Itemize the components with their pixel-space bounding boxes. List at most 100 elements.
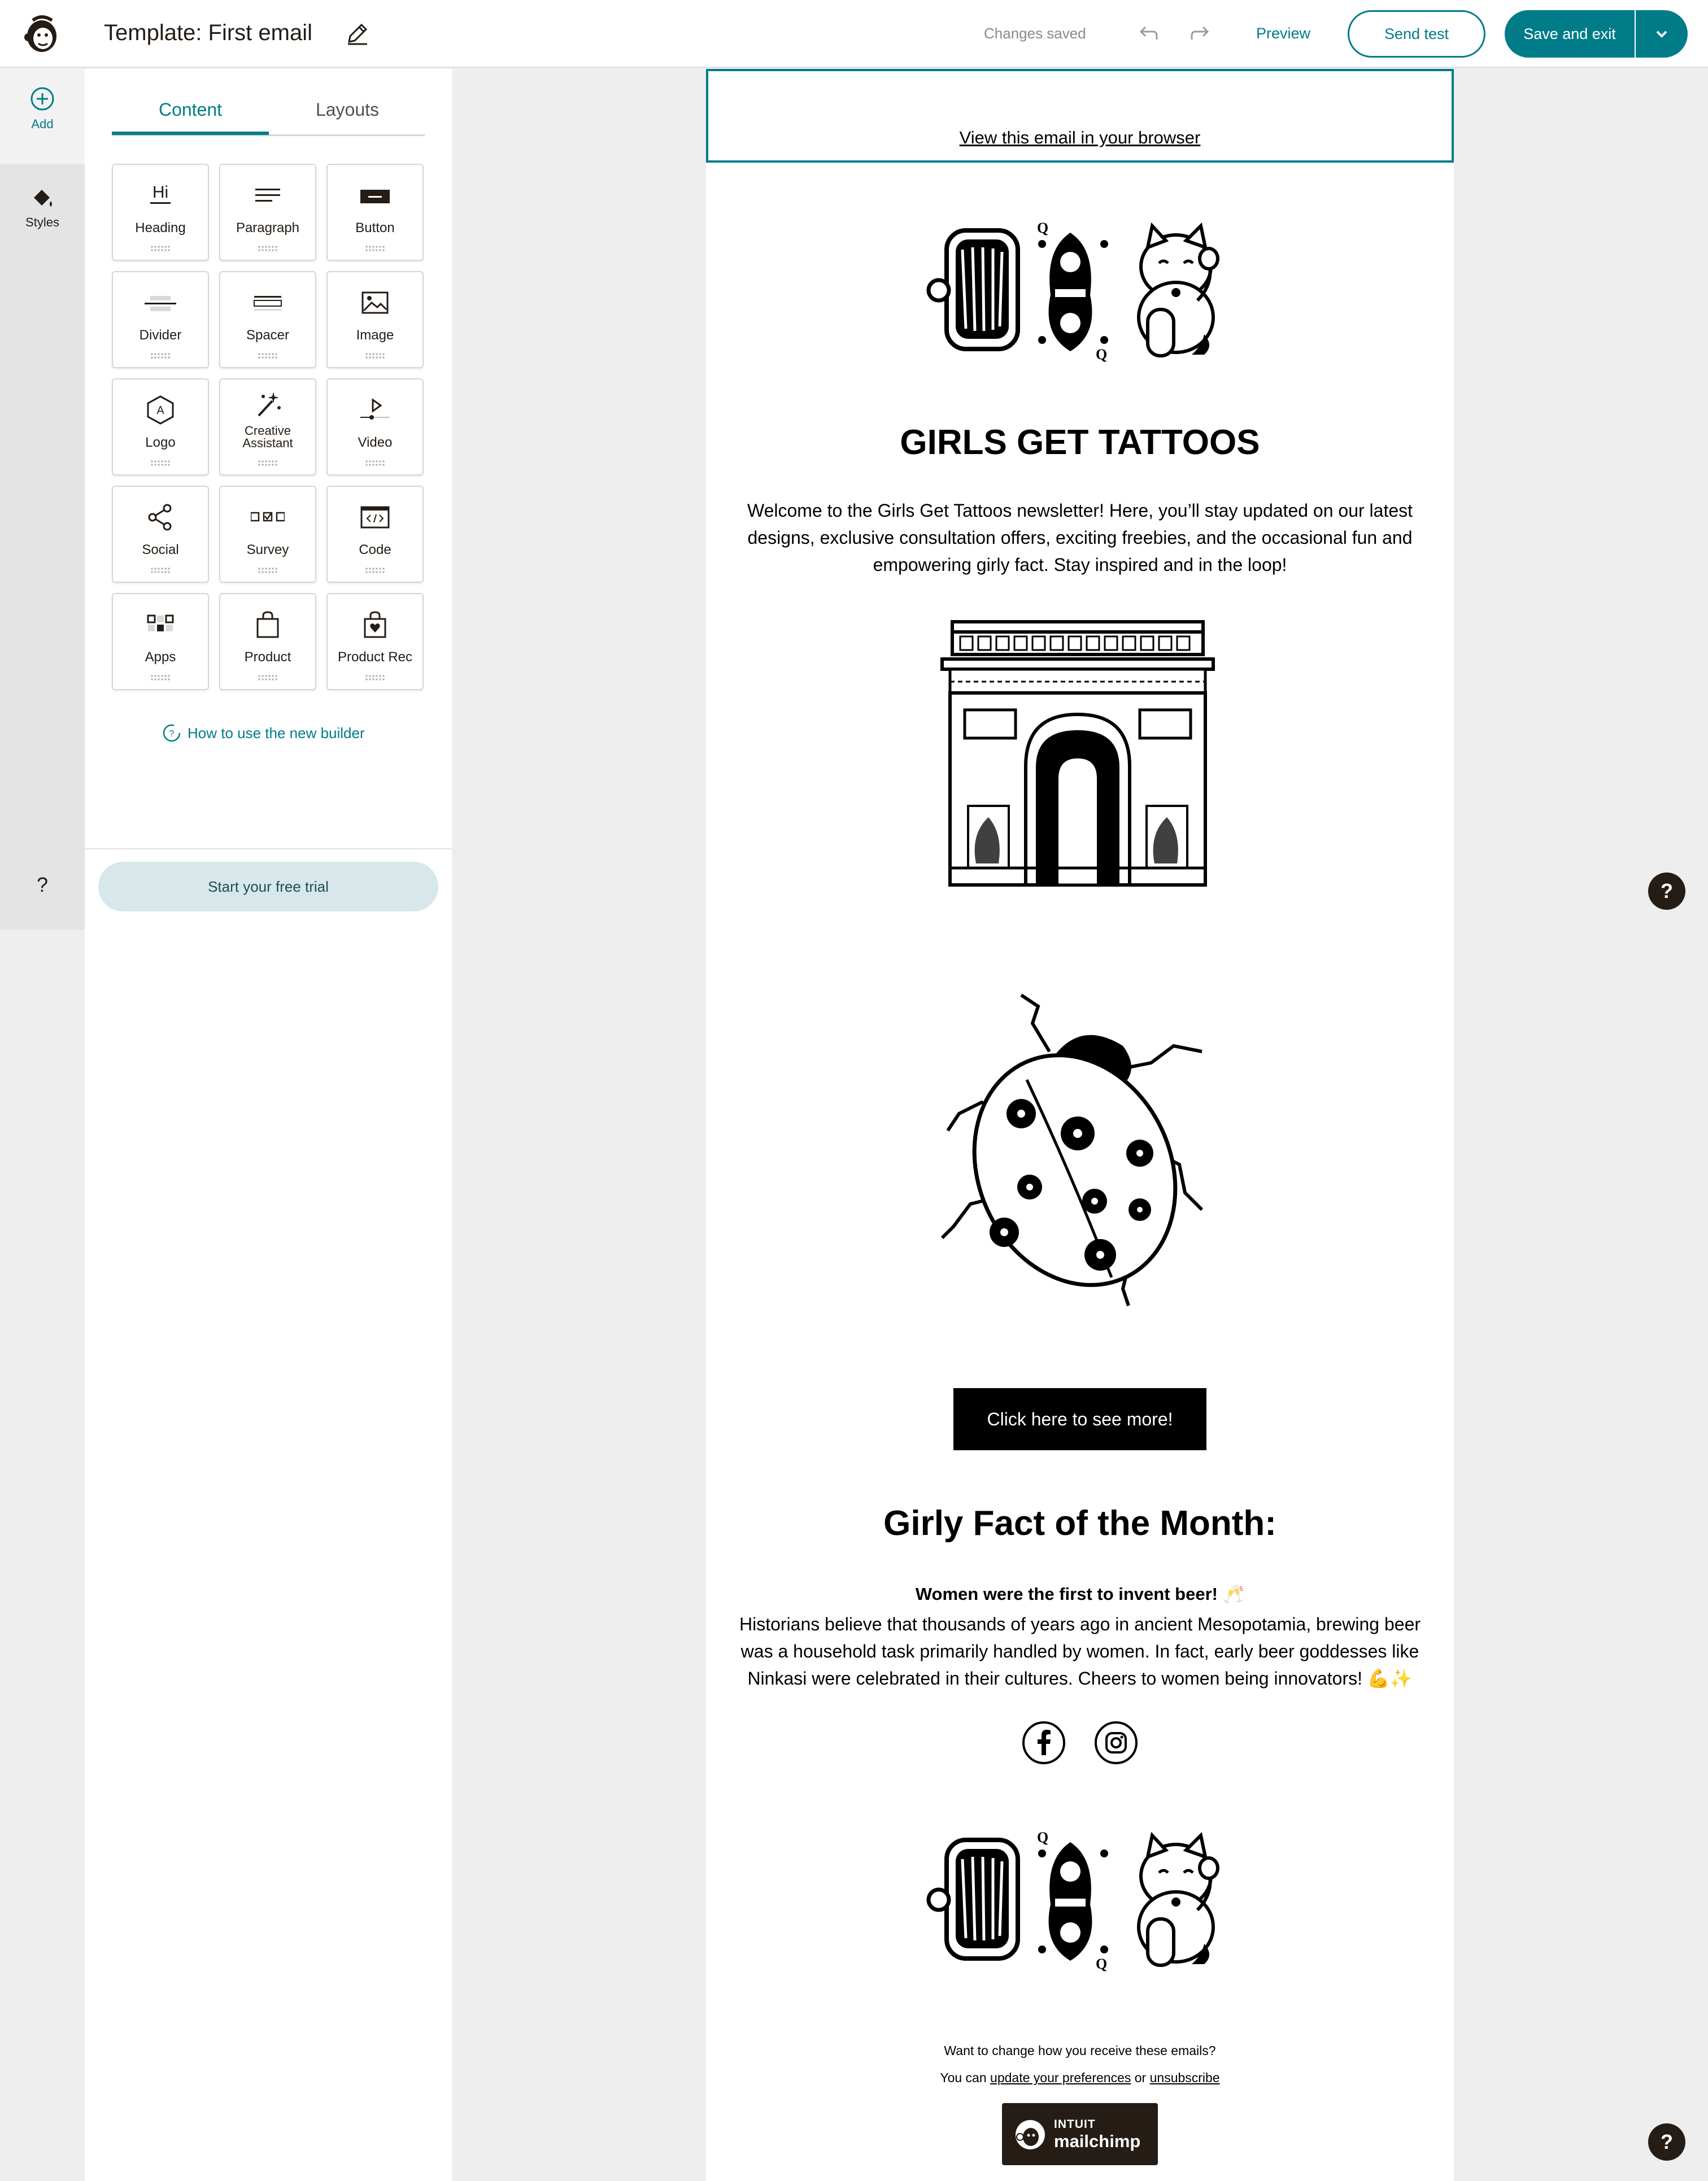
save-status: Changes saved [984,25,1086,42]
see-more-button[interactable]: Click here to see more! [953,1388,1206,1450]
svg-text:Q: Q [1037,1829,1048,1846]
mailchimp-logo-icon[interactable] [20,12,63,55]
block-divider[interactable]: Divider [112,271,209,368]
add-rail-label: Add [31,117,54,131]
drag-handle-icon[interactable] [258,460,278,466]
block-creative-assistant[interactable]: Creative Assistant [219,378,316,476]
chevron-down-icon [1656,30,1667,38]
add-rail-button[interactable]: Add [0,86,85,132]
how-to-use-builder-link[interactable]: ? How to use the new builder [162,723,365,743]
drag-handle-icon[interactable] [365,245,385,252]
drag-handle-icon[interactable] [258,567,278,574]
help-sparkle-icon: ? [163,724,181,742]
rail-help-button[interactable]: ? [0,873,85,897]
block-label: Logo [145,435,176,450]
fact-heading[interactable]: Girly Fact of the Month: [706,1503,1454,1543]
footer-or: or [1131,2070,1150,2085]
sardine-can-illustration [926,228,1020,351]
block-product-rec[interactable]: Product Rec [326,593,424,690]
drag-handle-icon[interactable] [150,352,171,359]
undo-icon[interactable] [1135,21,1160,46]
save-options-dropdown[interactable] [1636,10,1688,58]
panel-divider [85,848,452,849]
edit-pencil-icon[interactable] [345,20,371,46]
add-circle-icon [30,87,54,111]
paint-bucket-icon [34,190,52,207]
drag-handle-icon[interactable] [150,674,171,681]
arc-de-triomphe-image[interactable] [936,620,1219,891]
block-heading[interactable]: Hi Heading [112,164,209,261]
styles-rail-button[interactable]: Styles [0,164,85,930]
block-label: Video [358,435,393,450]
drag-handle-icon[interactable] [258,245,278,252]
drag-handle-icon[interactable] [258,352,278,359]
view-in-browser-link[interactable]: View this email in your browser [708,128,1452,148]
content-panel: Content Layouts Hi Heading Paragraph But… [85,69,452,2181]
badge-intuit-text: INTUIT [1054,2118,1096,2131]
block-social[interactable]: Social [112,486,209,583]
start-free-trial-button[interactable]: Start your free trial [98,862,438,911]
spacer-icon [254,296,282,311]
sardine-can-illustration [926,1838,1020,1961]
update-preferences-link[interactable]: update your preferences [990,2070,1131,2085]
lucky-cat-illustration [1137,222,1219,357]
block-button[interactable]: Button [326,164,424,261]
intro-paragraph[interactable]: Welcome to the Girls Get Tattoos newslet… [740,497,1420,578]
block-apps[interactable]: Apps [112,593,209,690]
styles-rail-label: Styles [25,215,59,229]
floating-help-button[interactable]: ? [1648,873,1685,910]
svg-text:Q: Q [1037,220,1048,236]
redo-icon[interactable] [1188,21,1213,46]
send-test-button[interactable]: Send test [1348,10,1485,58]
intuit-mailchimp-badge[interactable]: INTUIT mailchimp [1002,2103,1158,2165]
drag-handle-icon[interactable] [150,460,171,466]
unsubscribe-link[interactable]: unsubscribe [1150,2070,1220,2085]
block-code[interactable]: Code [326,486,424,583]
image-icon [361,291,389,314]
block-label: Image [356,328,394,343]
block-spacer[interactable]: Spacer [219,271,316,368]
fact-title[interactable]: Women were the first to invent beer! 🥂 [706,1584,1454,1604]
block-logo[interactable]: A Logo [112,378,209,476]
block-paragraph[interactable]: Paragraph [219,164,316,261]
drag-handle-icon[interactable] [365,674,385,681]
how-to-use-builder-label: How to use the new builder [188,724,365,741]
email-canvas: View this email in your browser Q Q GIRL… [452,69,1708,2181]
instagram-icon[interactable] [1093,1720,1139,1765]
drag-handle-icon[interactable] [150,567,171,574]
footer-illustrations-image[interactable]: Q Q [926,1820,1243,1978]
drag-handle-icon[interactable] [150,245,171,252]
block-image[interactable]: Image [326,271,424,368]
video-icon [360,398,390,420]
queen-card-illustration: Q Q [1034,220,1108,363]
apps-icon [147,614,174,631]
share-icon [148,504,172,531]
facebook-icon[interactable] [1021,1720,1066,1765]
badge-mailchimp-text: mailchimp [1054,2131,1141,2151]
block-video[interactable]: Video [326,378,424,476]
tab-content[interactable]: Content [112,99,269,135]
magic-wand-icon [258,392,281,417]
block-survey[interactable]: Survey [219,486,316,583]
block-label: Product [244,649,291,665]
footer-preferences-line: You can update your preferences or unsub… [706,2070,1454,2086]
drag-handle-icon[interactable] [365,352,385,359]
floating-help-button-bottom[interactable]: ? [1648,2123,1685,2161]
drag-handle-icon[interactable] [258,674,278,681]
tab-layouts[interactable]: Layouts [269,99,426,120]
view-in-browser-block[interactable]: View this email in your browser [706,69,1454,163]
logo-icon-text: A [156,404,164,417]
preview-link[interactable]: Preview [1256,25,1310,42]
fact-body[interactable]: Historians believe that thousands of yea… [729,1611,1431,1692]
panel-tabs: Content Layouts [112,99,425,136]
header-illustrations-image[interactable]: Q Q [926,210,1243,368]
drag-handle-icon[interactable] [365,460,385,466]
ladybug-image[interactable] [936,984,1219,1311]
shopping-bag-icon [256,611,279,638]
heading-icon-text: Hi [152,183,168,202]
save-and-exit-button[interactable]: Save and exit [1505,10,1635,58]
drag-handle-icon[interactable] [365,567,385,574]
block-product[interactable]: Product [219,593,316,690]
newsletter-title[interactable]: GIRLS GET TATTOOS [706,422,1454,463]
block-label: Code [359,542,391,557]
